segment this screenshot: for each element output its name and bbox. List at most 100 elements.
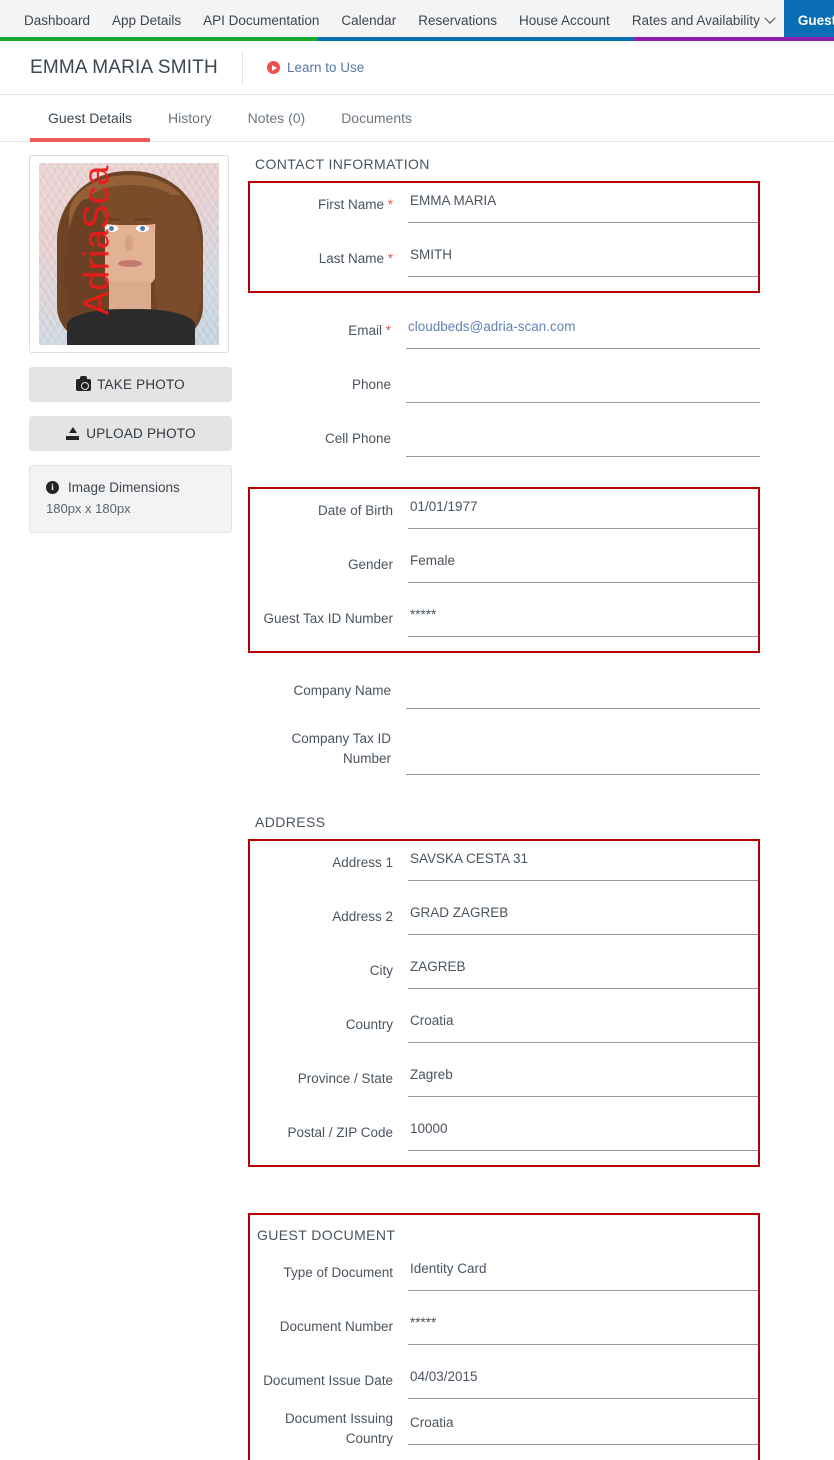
cell-phone-input[interactable]: [406, 417, 760, 457]
city-input[interactable]: ZAGREB: [408, 949, 758, 989]
tab-guest-details[interactable]: Guest Details: [30, 95, 151, 142]
guest-tax-id-label: Guest Tax ID Number: [263, 611, 393, 626]
guest-tax-id-value: *****: [410, 607, 437, 622]
contact-information-title: CONTACT INFORMATION: [255, 156, 430, 172]
photo-panel: AdriaScan TAKE PHOTO UPLOAD PHOTO i Imag…: [0, 155, 232, 1460]
province-label: Province / State: [297, 1071, 393, 1086]
field-row-province: Province / State Zagreb: [250, 1057, 758, 1111]
tab-history[interactable]: History: [150, 95, 230, 141]
last-name-input[interactable]: SMITH: [408, 237, 758, 277]
upload-photo-button[interactable]: UPLOAD PHOTO: [29, 416, 232, 451]
document-issue-date-value: 04/03/2015: [410, 1369, 478, 1384]
guest-tax-id-input[interactable]: *****: [408, 597, 758, 637]
chevron-down-icon: [764, 12, 776, 24]
document-type-value: Identity Card: [410, 1261, 487, 1276]
company-tax-id-label: Company Tax ID Number: [291, 731, 391, 766]
address2-input[interactable]: GRAD ZAGREB: [408, 895, 758, 935]
document-number-label: Document Number: [279, 1319, 393, 1334]
field-row-guest-tax-id: Guest Tax ID Number *****: [250, 597, 758, 651]
nav-label: Calendar: [341, 12, 397, 28]
nav-label: Guests: [797, 12, 834, 28]
header-divider: [241, 50, 243, 85]
document-issuing-country-label: Document Issuing Country: [284, 1411, 393, 1446]
tab-label: Documents: [341, 110, 412, 126]
nav-item-rates-and-availability[interactable]: Rates and Availability: [621, 0, 782, 41]
gender-input[interactable]: Female: [408, 543, 758, 583]
country-value: Croatia: [410, 1013, 454, 1028]
page-header: EMMA MARIA SMITH Learn to Use: [0, 41, 834, 95]
phone-input[interactable]: [406, 363, 760, 403]
required-marker: *: [387, 251, 393, 266]
company-name-label: Company Name: [293, 683, 391, 698]
tab-documents[interactable]: Documents: [323, 95, 430, 141]
guest-document-highlight-box: GUEST DOCUMENT Type of Document Identity…: [248, 1213, 760, 1460]
field-row-document-number: Document Number *****: [250, 1305, 758, 1359]
country-input[interactable]: Croatia: [408, 1003, 758, 1043]
underline-segment-purple: [634, 37, 834, 41]
upload-icon: [65, 427, 80, 440]
nav-label: Reservations: [418, 12, 497, 28]
date-of-birth-label: Date of Birth: [317, 503, 393, 518]
company-name-input[interactable]: [406, 669, 760, 709]
field-row-company-name: Company Name: [248, 669, 760, 723]
country-label: Country: [345, 1017, 393, 1032]
nav-items: Dashboard App Details API Documentation …: [0, 0, 834, 41]
guest-document-title: GUEST DOCUMENT: [257, 1227, 396, 1243]
address2-label: Address 2: [332, 909, 393, 924]
address2-value: GRAD ZAGREB: [410, 905, 509, 920]
cell-phone-label: Cell Phone: [324, 431, 391, 446]
nav-label: Rates and Availability: [631, 12, 760, 28]
document-number-input[interactable]: *****: [408, 1305, 758, 1345]
email-value[interactable]: cloudbeds@adria-scan.com: [408, 319, 576, 334]
content-area: AdriaScan TAKE PHOTO UPLOAD PHOTO i Imag…: [0, 142, 834, 1460]
field-row-date-of-birth: Date of Birth 01/01/1977: [250, 489, 758, 543]
nav-item-house-account[interactable]: House Account: [508, 0, 621, 41]
field-row-document-expiration-date: Document Expiration Date 01/06/2020: [250, 1451, 758, 1460]
nav-item-dashboard[interactable]: Dashboard: [13, 0, 101, 41]
nav-item-api-documentation[interactable]: API Documentation: [192, 0, 330, 41]
nav-label: App Details: [112, 12, 182, 28]
document-issue-date-input[interactable]: 04/03/2015: [408, 1359, 758, 1399]
nav-item-guests[interactable]: Guests: [783, 0, 834, 41]
nav-item-app-details[interactable]: App Details: [101, 0, 192, 41]
address1-label: Address 1: [332, 855, 393, 870]
image-dimensions-header: i Image Dimensions: [46, 480, 215, 495]
first-name-input[interactable]: EMMA MARIA: [408, 183, 758, 223]
learn-to-use-label: Learn to Use: [286, 60, 365, 75]
tab-label: Guest Details: [48, 110, 133, 126]
email-input[interactable]: cloudbeds@adria-scan.com: [406, 309, 760, 349]
image-dimensions-box: i Image Dimensions 180px x 180px: [29, 465, 232, 533]
take-photo-button[interactable]: TAKE PHOTO: [29, 367, 232, 402]
field-row-city: City ZAGREB: [250, 949, 758, 1003]
top-navigation-bar: Dashboard App Details API Documentation …: [0, 0, 834, 41]
province-input[interactable]: Zagreb: [408, 1057, 758, 1097]
address1-input[interactable]: SAVSKA CESTA 31: [408, 841, 758, 881]
tab-notes[interactable]: Notes (0): [230, 95, 324, 141]
nav-label: House Account: [519, 12, 610, 28]
phone-label: Phone: [351, 377, 391, 392]
required-marker: *: [387, 197, 393, 212]
field-row-first-name: First Name * EMMA MARIA: [250, 183, 758, 237]
nav-item-reservations[interactable]: Reservations: [407, 0, 508, 41]
company-tax-id-input[interactable]: [406, 723, 760, 775]
postal-input[interactable]: 10000: [408, 1111, 758, 1151]
page-root: Dashboard App Details API Documentation …: [0, 0, 834, 1460]
field-row-address2: Address 2 GRAD ZAGREB: [250, 895, 758, 949]
nav-label: Dashboard: [24, 12, 91, 28]
learn-to-use-link[interactable]: Learn to Use: [266, 60, 365, 75]
date-of-birth-input[interactable]: 01/01/1977: [408, 489, 758, 529]
document-expiration-date-label: Document Expiration Date: [250, 1451, 408, 1460]
document-number-value: *****: [410, 1315, 437, 1330]
field-row-company-tax-id: Company Tax ID Number: [248, 723, 760, 777]
document-type-input[interactable]: Identity Card: [408, 1251, 758, 1291]
document-expiration-date-input[interactable]: 01/06/2020: [408, 1451, 758, 1460]
field-row-cell-phone: Cell Phone: [248, 417, 760, 471]
document-issuing-country-input[interactable]: Croatia: [408, 1405, 758, 1445]
guest-photo-card[interactable]: AdriaScan: [29, 155, 229, 353]
field-row-gender: Gender Female: [250, 543, 758, 597]
field-row-document-issue-date: Document Issue Date 04/03/2015: [250, 1359, 758, 1405]
nav-item-calendar[interactable]: Calendar: [330, 0, 407, 41]
date-of-birth-value: 01/01/1977: [410, 499, 478, 514]
